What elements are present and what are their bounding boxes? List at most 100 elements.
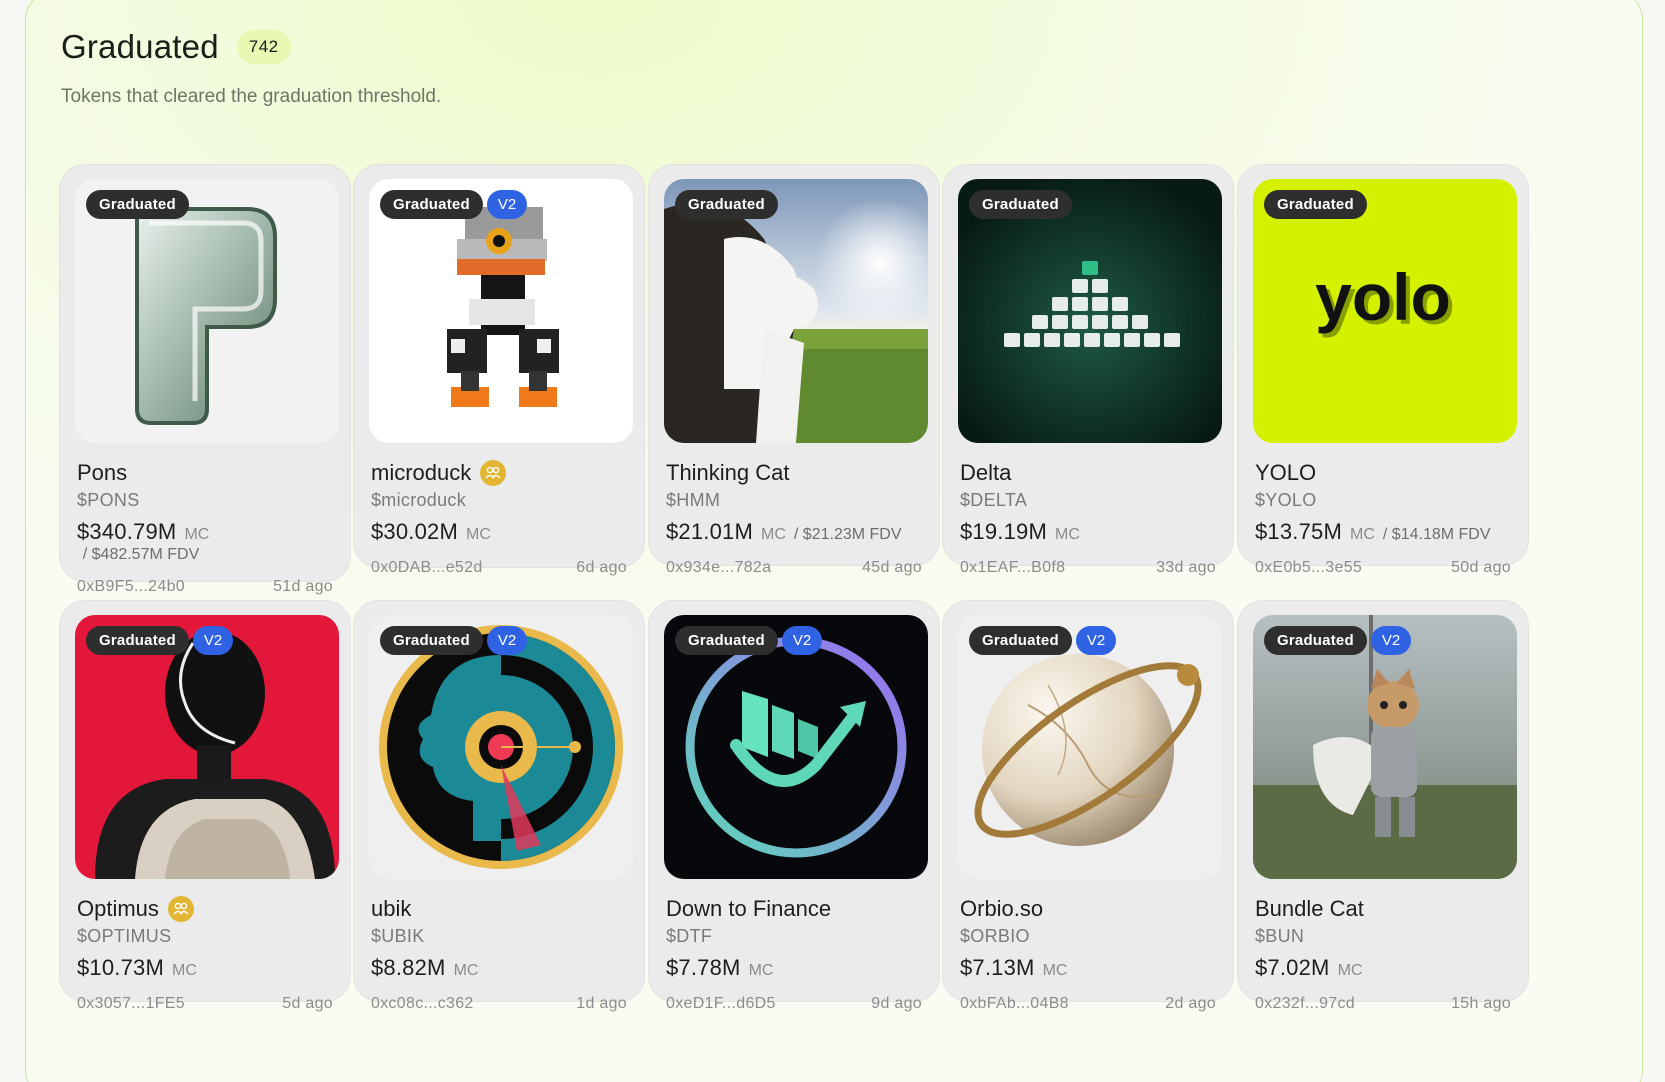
graduated-badge: Graduated <box>969 626 1072 655</box>
section-header: Graduated 742 Tokens that cleared the gr… <box>61 28 441 108</box>
meta-row: 0xeD1F...d6D5 9d ago <box>666 995 922 1013</box>
token-card[interactable]: Graduated V2 Bundle Cat $BUN $7.02M MC 0… <box>1237 600 1529 1012</box>
contract-address[interactable]: 0x0DAB...e52d <box>371 559 483 577</box>
v2-badge: V2 <box>192 626 234 655</box>
token-info: YOLO $YOLO $13.75M MC / $14.18M FDV 0xE0… <box>1255 459 1511 577</box>
token-age: 45d ago <box>862 559 922 576</box>
graduated-badge: Graduated <box>969 190 1072 219</box>
token-name: ubik <box>371 896 412 921</box>
community-icon <box>167 896 194 922</box>
token-card[interactable]: Graduated V2 microduck $microduck $30.02… <box>353 164 645 576</box>
meta-row: 0x934e...782a 45d ago <box>666 559 922 577</box>
token-age: 9d ago <box>871 995 922 1012</box>
market-cap-label: MC <box>1350 526 1375 543</box>
fdv-value: / $14.18M FDV <box>1382 526 1491 543</box>
token-card[interactable]: Graduated Delta $DELTA $19.19M MC 0x1EAF… <box>942 164 1234 576</box>
badge-group: Graduated V2 <box>380 626 528 655</box>
token-age: 33d ago <box>1156 559 1216 576</box>
market-cap-value: $21.01M <box>666 519 754 544</box>
v2-badge: V2 <box>781 626 823 655</box>
market-cap-value: $7.02M <box>1255 955 1330 980</box>
token-info: Optimus $OPTIMUS $10.73M MC 0x3057...1FE… <box>77 895 333 1013</box>
token-name: Orbio.so <box>960 896 1044 921</box>
token-name: Bundle Cat <box>1255 896 1364 921</box>
token-age: 15h ago <box>1451 995 1511 1012</box>
token-name: Down to Finance <box>666 896 832 921</box>
market-cap-row: $13.75M MC / $14.18M FDV <box>1255 519 1511 545</box>
token-age: 6d ago <box>576 559 627 576</box>
market-cap-label: MC <box>748 962 774 979</box>
contract-address[interactable]: 0x3057...1FE5 <box>77 995 185 1013</box>
badge-group: Graduated V2 <box>675 626 823 655</box>
token-card[interactable]: Graduated V2 Orbio.so $ORBIO $7.13M MC 0… <box>942 600 1234 1012</box>
market-cap-value: $7.78M <box>666 955 741 980</box>
token-ticker: $PONS <box>77 490 140 510</box>
graduated-badge: Graduated <box>86 626 189 655</box>
contract-address[interactable]: 0xbFAb...04B8 <box>960 995 1069 1013</box>
market-cap-label: MC <box>1055 526 1080 543</box>
meta-row: 0xbFAb...04B8 2d ago <box>960 995 1216 1013</box>
token-card[interactable]: Graduated V2 Down to Finance $DTF $7.78M… <box>648 600 940 1012</box>
token-ticker: $YOLO <box>1255 490 1317 510</box>
graduated-badge: Graduated <box>1264 190 1367 219</box>
token-ticker: $HMM <box>666 490 721 510</box>
token-age: 5d ago <box>282 995 333 1012</box>
token-name: Delta <box>960 460 1012 485</box>
token-ticker: $microduck <box>371 490 467 510</box>
market-cap-label: MC <box>761 526 786 543</box>
market-cap-value: $340.79M <box>77 519 177 544</box>
market-cap-row: $30.02M MC <box>371 519 627 545</box>
token-age: 51d ago <box>273 578 333 595</box>
token-name: YOLO <box>1255 460 1317 485</box>
market-cap-label: MC <box>466 526 491 543</box>
meta-row: 0x3057...1FE5 5d ago <box>77 995 333 1013</box>
badge-group: Graduated V2 <box>969 626 1117 655</box>
token-ticker: $UBIK <box>371 926 425 946</box>
badge-group: Graduated <box>675 190 778 219</box>
badge-group: Graduated V2 <box>86 626 234 655</box>
market-cap-value: $7.13M <box>960 955 1035 980</box>
contract-address[interactable]: 0xE0b5...3e55 <box>1255 559 1362 577</box>
svg-text:yolo: yolo <box>1315 260 1451 334</box>
badge-group: Graduated V2 <box>380 190 528 219</box>
token-info: Down to Finance $DTF $7.78M MC 0xeD1F...… <box>666 895 922 1013</box>
token-name: Optimus <box>77 896 159 921</box>
graduated-badge: Graduated <box>675 190 778 219</box>
market-cap-value: $19.19M <box>960 519 1048 544</box>
v2-badge: V2 <box>1370 626 1412 655</box>
token-age: 2d ago <box>1165 995 1216 1012</box>
meta-row: 0xc08c...c362 1d ago <box>371 995 627 1013</box>
contract-address[interactable]: 0xeD1F...d6D5 <box>666 995 776 1013</box>
contract-address[interactable]: 0xc08c...c362 <box>371 995 474 1013</box>
graduated-badge: Graduated <box>675 626 778 655</box>
token-card[interactable]: Graduated Pons $PONS $340.79M MC / $482.… <box>59 164 351 595</box>
market-cap-row: $7.13M MC <box>960 955 1216 981</box>
token-info: Thinking Cat $HMM $21.01M MC / $21.23M F… <box>666 459 922 577</box>
token-info: Pons $PONS $340.79M MC / $482.57M FDV 0x… <box>77 459 333 596</box>
v2-badge: V2 <box>1075 626 1117 655</box>
graduated-badge: Graduated <box>1264 626 1367 655</box>
market-cap-row: $21.01M MC / $21.23M FDV <box>666 519 922 545</box>
market-cap-label: MC <box>453 962 479 979</box>
token-card[interactable]: yolo yolo Graduated YOLO $YOLO $13.75M M… <box>1237 164 1529 576</box>
token-card[interactable]: Graduated V2 ubik $UBIK $8.82M MC 0xc08c… <box>353 600 645 1012</box>
token-card[interactable]: Graduated V2 Optimus $OPTIMUS $10.73M MC… <box>59 600 351 1012</box>
fdv-value: / $21.23M FDV <box>793 526 902 543</box>
v2-badge: V2 <box>486 190 528 219</box>
token-card[interactable]: Graduated Thinking Cat $HMM $21.01M MC /… <box>648 164 940 576</box>
contract-address[interactable]: 0x232f...97cd <box>1255 995 1355 1013</box>
market-cap-row: $19.19M MC <box>960 519 1216 545</box>
token-ticker: $DTF <box>666 926 713 946</box>
market-cap-value: $13.75M <box>1255 519 1343 544</box>
meta-row: 0xE0b5...3e55 50d ago <box>1255 559 1511 577</box>
people-glyph <box>173 902 189 915</box>
token-info: Orbio.so $ORBIO $7.13M MC 0xbFAb...04B8 … <box>960 895 1216 1013</box>
contract-address[interactable]: 0x934e...782a <box>666 559 771 577</box>
market-cap-row: $340.79M MC / $482.57M FDV <box>77 519 333 564</box>
contract-address[interactable]: 0xB9F5...24b0 <box>77 578 185 596</box>
page-subtitle: Tokens that cleared the graduation thres… <box>61 86 442 107</box>
token-ticker: $ORBIO <box>960 926 1030 946</box>
contract-address[interactable]: 0x1EAF...B0f8 <box>960 559 1065 577</box>
graduated-badge: Graduated <box>380 190 483 219</box>
token-name: Thinking Cat <box>666 460 790 485</box>
